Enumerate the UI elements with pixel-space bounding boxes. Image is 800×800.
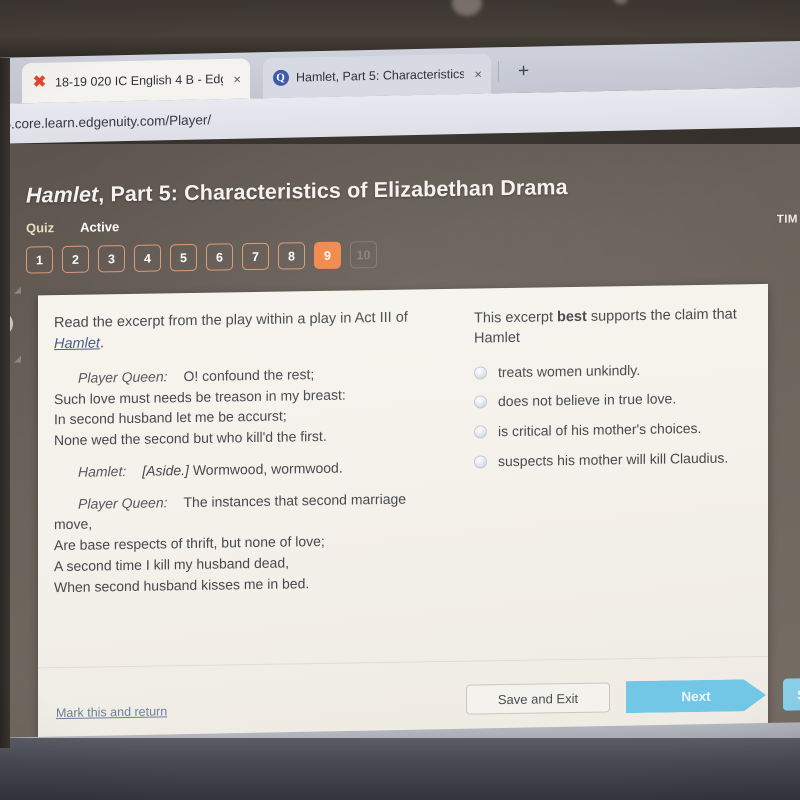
page-title: Hamlet, Part 5: Characteristics of Eliza… bbox=[26, 175, 568, 209]
photo-of-screen: × ✖ 18-19 020 IC English 4 B - Edgen × Q… bbox=[0, 0, 800, 800]
question-navigation: 1 2 3 4 5 6 7 8 9 10 bbox=[26, 241, 377, 274]
footer-divider bbox=[38, 655, 768, 669]
question-button-10[interactable]: 10 bbox=[350, 241, 377, 269]
submit-button[interactable]: S bbox=[783, 677, 800, 711]
speech-first-line: The instances that second marriage bbox=[183, 490, 407, 510]
answer-options: treats women unkindly. does not believe … bbox=[474, 359, 752, 472]
prompt-before: This excerpt bbox=[474, 309, 557, 327]
tab-title: 18-19 020 IC English 4 B - Edgen bbox=[55, 72, 224, 90]
answer-option-3[interactable]: is critical of his mother's choices. bbox=[474, 419, 752, 442]
bezel-reflection bbox=[614, 0, 628, 4]
page-title-work: Hamlet bbox=[26, 182, 99, 208]
radio-button-icon[interactable] bbox=[474, 395, 487, 410]
speech-player-queen-2: Player Queen: The instances that second m… bbox=[54, 487, 460, 597]
speech-hamlet-aside: Hamlet: [Aside.] Wormwood, wormwood. bbox=[54, 456, 460, 483]
excerpt-column: Read the excerpt from the play within a … bbox=[54, 307, 474, 609]
monitor-bezel-bottom bbox=[0, 738, 800, 800]
stage-direction: [Aside.] bbox=[142, 461, 189, 479]
radio-button-icon[interactable] bbox=[474, 365, 487, 380]
answer-option-label: suspects his mother will kill Claudius. bbox=[498, 449, 729, 470]
monitor-bezel-left bbox=[0, 58, 10, 748]
x-mark-icon: ✖ bbox=[32, 73, 47, 92]
lesson-state-label: Active bbox=[80, 219, 120, 235]
question-column: This excerpt best supports the claim tha… bbox=[474, 302, 752, 602]
question-button-9-current[interactable]: 9 bbox=[314, 241, 341, 270]
close-icon[interactable]: × bbox=[471, 66, 482, 81]
browser-tab-hamlet-part5[interactable]: Q Hamlet, Part 5: Characteristics of × bbox=[263, 53, 491, 99]
speaker-name: Hamlet: bbox=[78, 462, 127, 480]
browser-chrome: × ✖ 18-19 020 IC English 4 B - Edgen × Q… bbox=[0, 40, 800, 144]
page-title-rest: , Part 5: Characteristics of Elizabethan… bbox=[98, 175, 568, 207]
question-card: Read the excerpt from the play within a … bbox=[38, 283, 800, 746]
answer-option-label: does not believe in true love. bbox=[498, 390, 677, 410]
instruction-suffix: . bbox=[99, 335, 104, 352]
prompt-emphasis: best bbox=[557, 308, 587, 326]
answer-option-1[interactable]: treats women unkindly. bbox=[474, 359, 752, 382]
url-text: 05.core.learn.edgenuity.com/Player/ bbox=[0, 111, 212, 132]
question-button-5[interactable]: 5 bbox=[170, 243, 197, 272]
q-circle-icon: Q bbox=[272, 69, 289, 86]
question-prompt: This excerpt best supports the claim tha… bbox=[474, 304, 752, 349]
tab-divider bbox=[498, 61, 499, 82]
new-tab-icon[interactable]: + bbox=[518, 61, 529, 83]
next-button[interactable]: Next bbox=[626, 679, 766, 713]
question-button-6[interactable]: 6 bbox=[206, 243, 233, 271]
tab-title: Hamlet, Part 5: Characteristics of bbox=[296, 66, 465, 85]
reading-instruction: Read the excerpt from the play within a … bbox=[54, 307, 460, 355]
speech-first-line: O! confound the rest; bbox=[183, 366, 315, 385]
instruction-prefix: Read the excerpt from the play within a … bbox=[54, 309, 408, 332]
radio-button-icon[interactable] bbox=[474, 425, 487, 439]
question-button-8[interactable]: 8 bbox=[278, 242, 305, 270]
speaker-name: Player Queen: bbox=[78, 368, 168, 386]
answer-option-label: is critical of his mother's choices. bbox=[498, 420, 702, 440]
time-label: TIM bbox=[776, 213, 798, 226]
answer-option-label: treats women unkindly. bbox=[498, 361, 641, 380]
rail-marker-icon bbox=[14, 286, 21, 294]
question-button-4[interactable]: 4 bbox=[134, 244, 161, 272]
question-button-7[interactable]: 7 bbox=[242, 242, 269, 271]
lesson-type-label: Quiz bbox=[26, 220, 55, 236]
edgenuity-player: Hamlet, Part 5: Characteristics of Eliza… bbox=[0, 144, 800, 750]
speaker-name: Player Queen: bbox=[78, 493, 168, 512]
lesson-status-row: Quiz Active bbox=[26, 219, 119, 235]
radio-button-icon[interactable] bbox=[474, 455, 487, 469]
mark-this-and-return-link[interactable]: Mark this and return bbox=[56, 704, 167, 720]
hamlet-link[interactable]: Hamlet bbox=[54, 335, 100, 352]
question-button-1[interactable]: 1 bbox=[26, 246, 53, 274]
question-button-3[interactable]: 3 bbox=[98, 245, 125, 273]
answer-option-2[interactable]: does not believe in true love. bbox=[474, 389, 752, 412]
play-excerpt: Player Queen: O! confound the rest; Such … bbox=[54, 362, 460, 598]
browser-tab-english4b[interactable]: ✖ 18-19 020 IC English 4 B - Edgen × bbox=[22, 58, 250, 104]
speech-player-queen-1: Player Queen: O! confound the rest; Such … bbox=[54, 362, 460, 451]
save-and-exit-button[interactable]: Save and Exit bbox=[466, 682, 610, 715]
bezel-reflection bbox=[452, 0, 482, 16]
rail-marker-icon bbox=[14, 355, 21, 363]
speech-first-line: Wormwood, wormwood. bbox=[192, 459, 343, 478]
close-icon[interactable]: × bbox=[230, 71, 241, 86]
answer-option-4[interactable]: suspects his mother will kill Claudius. bbox=[474, 448, 752, 471]
question-button-2[interactable]: 2 bbox=[62, 245, 89, 274]
